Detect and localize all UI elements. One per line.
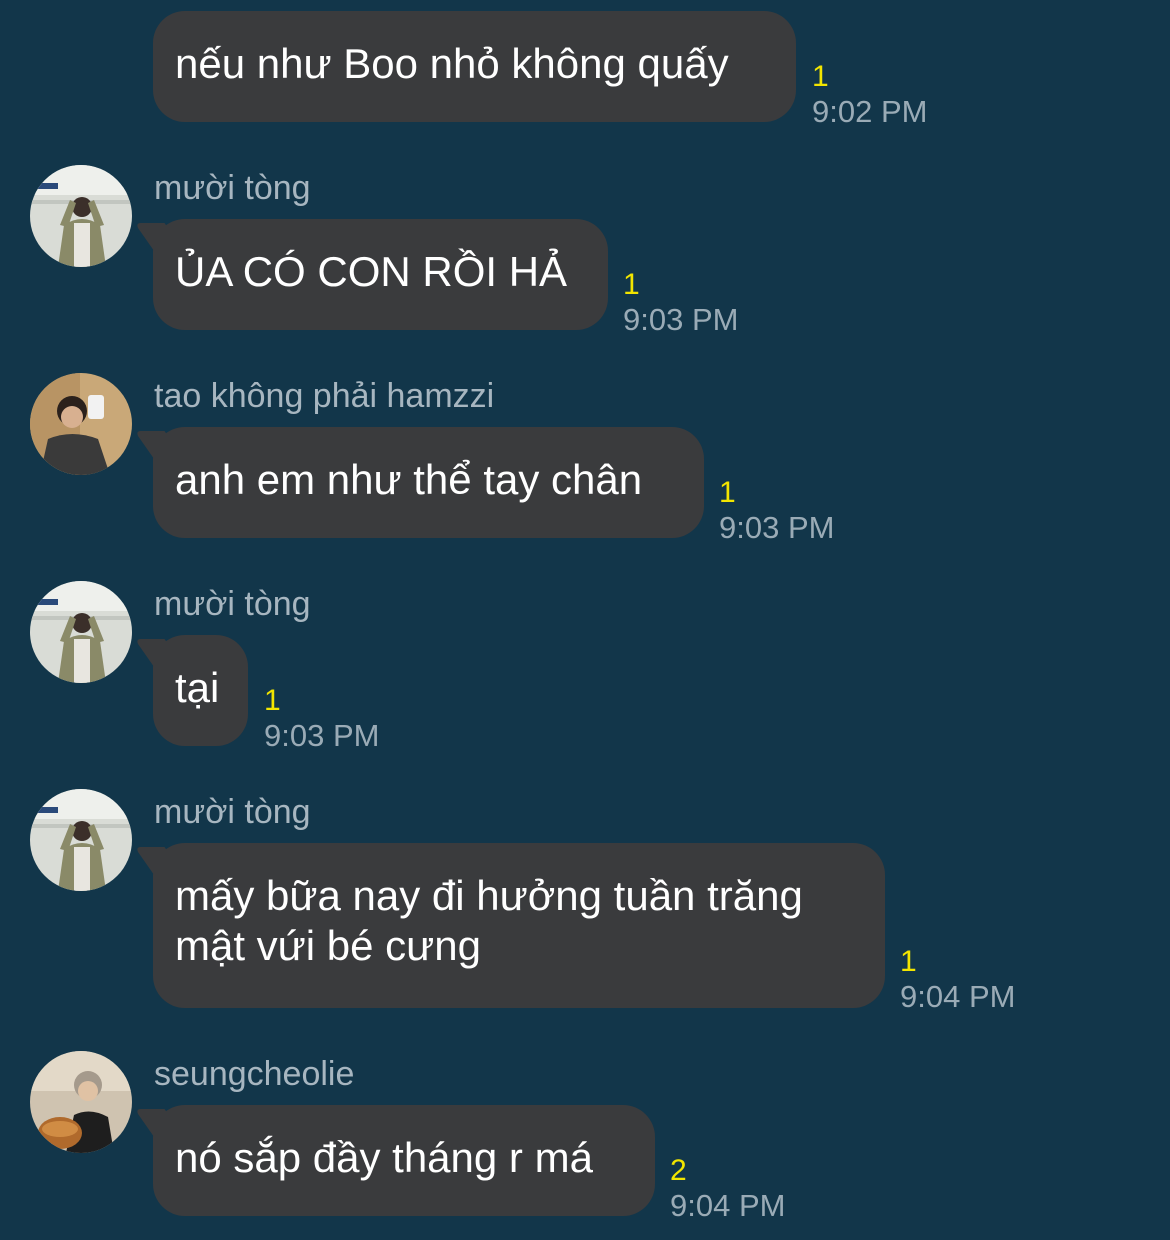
avatar[interactable] [30,581,132,683]
avatar[interactable] [30,1051,132,1153]
chat-thread[interactable]: nếu như Boo nhỏ không quấy 1 9:02 PM mườ… [0,0,1170,1240]
sender-name: mười tòng [154,793,311,831]
message-time: 9:03 PM [264,718,380,753]
unread-count: 1 [623,268,640,301]
avatar[interactable] [30,789,132,891]
unread-count: 1 [900,945,917,978]
avatar[interactable] [30,165,132,267]
sender-name: tao không phải hamzzi [154,377,495,415]
message-time: 9:03 PM [719,510,835,545]
message-meta: 1 9:03 PM [623,268,738,338]
message-bubble[interactable]: nó sắp đầy tháng r má [153,1105,655,1216]
avatar-photo-icon [30,789,132,891]
avatar-photo-icon [30,581,132,683]
unread-count: 1 [812,60,829,93]
message-bubble[interactable]: anh em như thể tay chân [153,427,704,538]
message-bubble[interactable]: ỦA CÓ CON RỒI HẢ [153,219,608,330]
message-meta: 1 9:04 PM [900,945,1015,1015]
message-text: nó sắp đầy tháng r má [175,1134,593,1181]
avatar[interactable] [30,373,132,475]
sender-name: mười tòng [154,169,311,207]
message-meta: 1 9:03 PM [719,476,834,546]
message-text-line-2: mật vứi bé cưng [175,922,482,969]
avatar-photo-icon [30,373,132,475]
message-bubble[interactable]: mấy bữa nay đi hưởng tuần trăng mật vứi … [153,843,885,1008]
avatar-photo-icon [30,1051,132,1153]
message-time: 9:04 PM [670,1188,786,1223]
message-text: nếu như Boo nhỏ không quấy [175,40,729,87]
sender-name: seungcheolie [154,1055,355,1093]
message-meta: 1 9:03 PM [264,684,379,754]
message-text: ỦA CÓ CON RỒI HẢ [175,248,568,295]
unread-count: 1 [719,476,736,509]
unread-count: 1 [264,684,281,717]
message-time: 9:02 PM [812,94,928,129]
sender-name: mười tòng [154,585,311,623]
message-text-line-1: mấy bữa nay đi hưởng tuần trăng [175,872,803,919]
message-bubble[interactable]: tại [153,635,248,746]
message-text: tại [175,664,220,711]
message-time: 9:04 PM [900,979,1016,1014]
unread-count: 2 [670,1154,687,1187]
message-bubble[interactable]: nếu như Boo nhỏ không quấy [153,11,796,122]
message-meta: 1 9:02 PM [812,60,927,130]
message-meta: 2 9:04 PM [670,1154,785,1224]
message-time: 9:03 PM [623,302,739,337]
message-text: anh em như thể tay chân [175,456,643,503]
avatar-photo-icon [30,165,132,267]
